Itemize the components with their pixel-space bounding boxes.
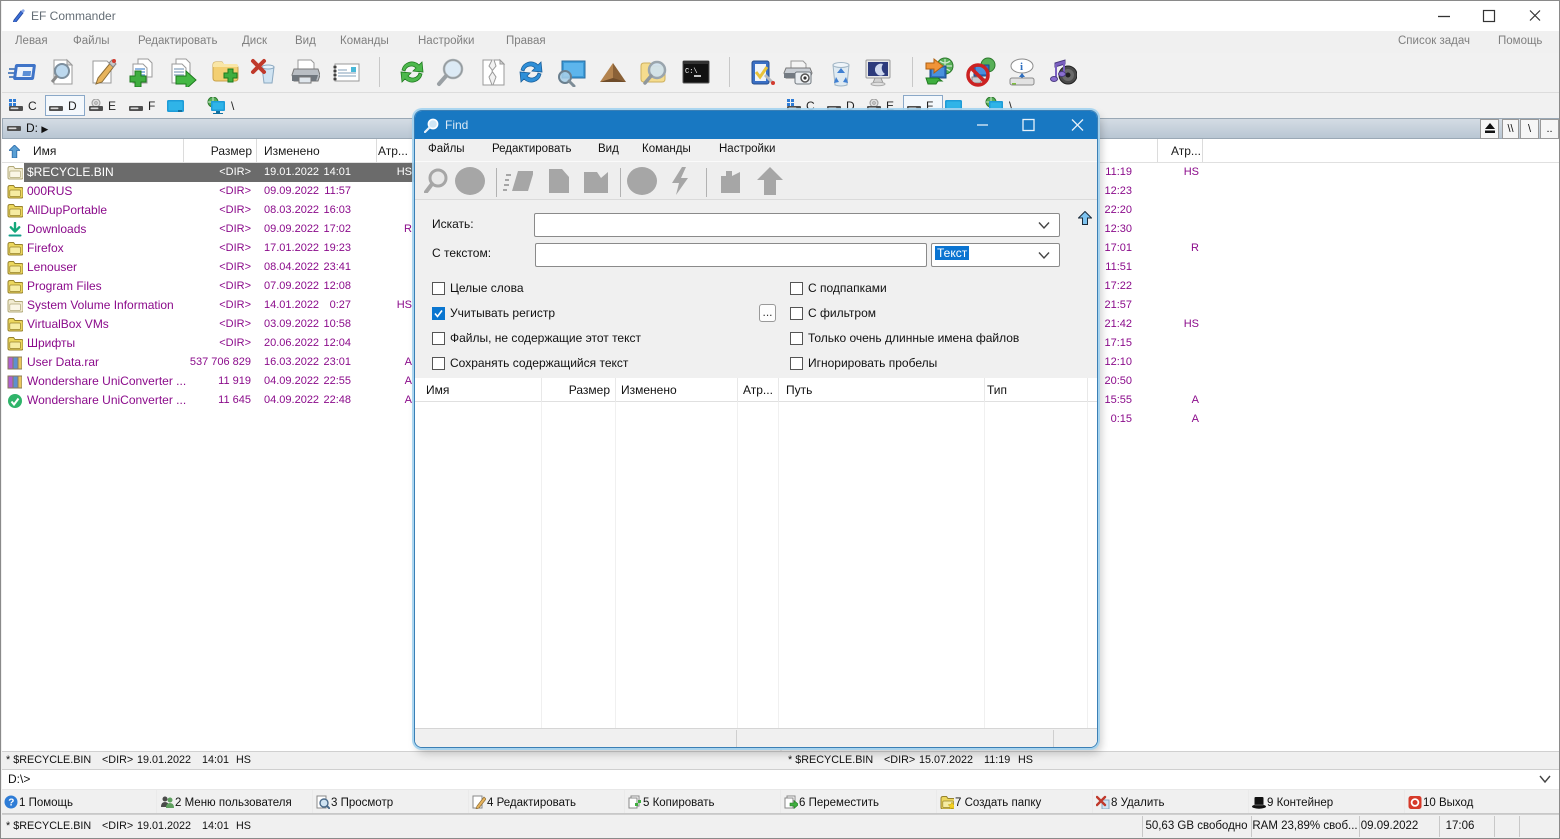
svg-text:?: ?: [8, 798, 14, 809]
svg-text:C:\: C:\: [685, 68, 698, 76]
svg-text:i: i: [1020, 61, 1023, 73]
